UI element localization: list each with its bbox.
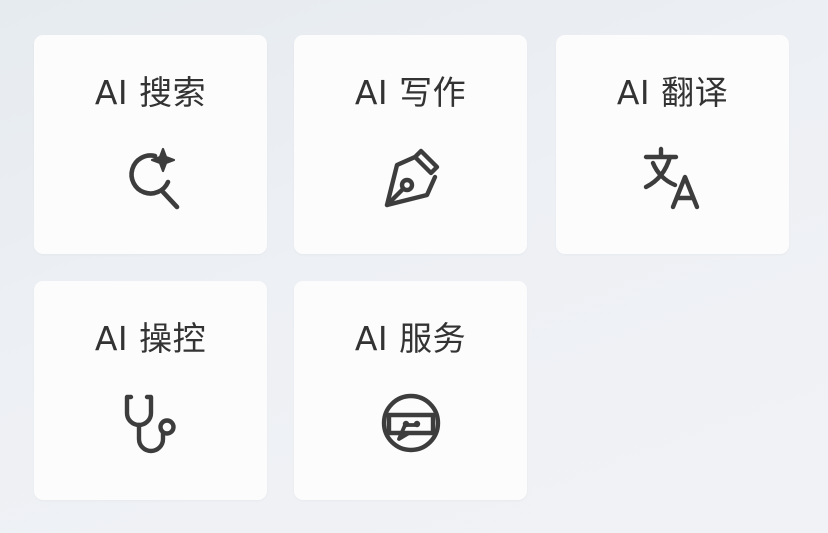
- tile-ai-service[interactable]: AI 服务: [294, 281, 527, 500]
- tile-label: AI 服务: [354, 319, 467, 358]
- tile-ai-translate[interactable]: AI 翻译: [556, 35, 789, 254]
- tile-ai-control[interactable]: AI 操控: [34, 281, 267, 500]
- tile-label: AI 搜索: [94, 73, 207, 112]
- tile-label: AI 操控: [94, 319, 207, 358]
- tile-ai-writing[interactable]: AI 写作: [294, 35, 527, 254]
- tile-label: AI 翻译: [616, 73, 729, 112]
- pen-nib-icon: [375, 143, 447, 215]
- tile-ai-search[interactable]: AI 搜索: [34, 35, 267, 254]
- tile-label: AI 写作: [354, 73, 467, 112]
- sparkle-search-icon: [115, 143, 187, 215]
- chat-bot-icon: [375, 389, 447, 461]
- translate-icon: [637, 143, 709, 215]
- stethoscope-icon: [115, 389, 187, 461]
